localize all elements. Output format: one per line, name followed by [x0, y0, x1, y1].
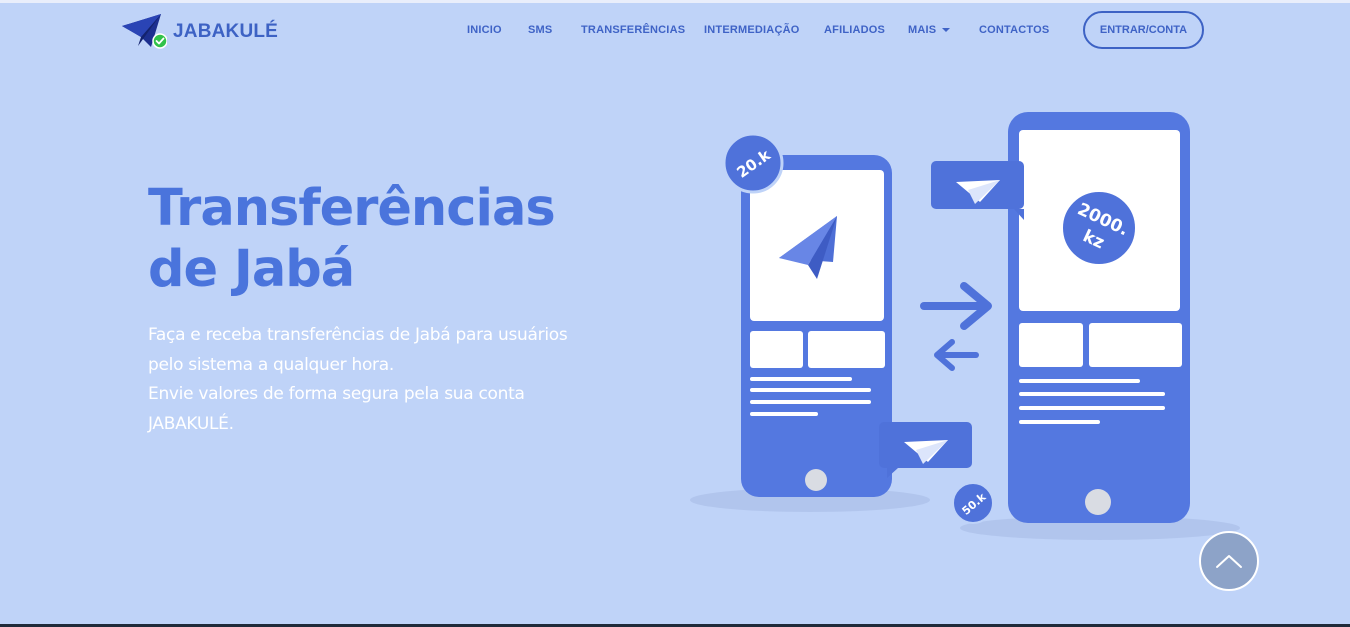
illustration-svg: 2000. kz 20.k 50.k: [690, 112, 1240, 540]
badge-50k: 50.k: [952, 482, 994, 524]
hero-desc-line-4: JABAKULÉ.: [148, 413, 234, 434]
brand-link[interactable]: JABAKULÉ: [121, 13, 278, 51]
transfer-illustration: 2000. kz 20.k 50.k: [680, 100, 1240, 550]
transfer-arrows: [920, 282, 992, 371]
nav-intermediacao[interactable]: INTERMEDIAÇÃO: [704, 24, 800, 36]
scroll-to-top-button[interactable]: [1199, 531, 1259, 591]
hero-desc-line-2: pelo sistema a qualquer hora.: [148, 354, 394, 375]
chevron-up-icon: [1216, 555, 1242, 568]
caret-down-icon: [942, 28, 951, 33]
hero-title-line-2: de Jabá: [148, 240, 355, 299]
hero-title-line-1: Transferências: [148, 179, 556, 238]
brand-name: JABAKULÉ: [173, 21, 279, 42]
nav-mais-label: MAIS: [908, 24, 937, 36]
nav-mais-dropdown[interactable]: MAIS: [908, 24, 951, 36]
badge-20k: 20.k: [722, 132, 784, 194]
nav-transferencias[interactable]: TRANSFERÊNCIAS: [581, 24, 685, 36]
nav-afiliados[interactable]: AFILIADOS: [824, 24, 885, 36]
nav-contactos[interactable]: CONTACTOS: [979, 24, 1049, 36]
phone-left: [741, 155, 892, 497]
hero-desc-line-1: Faça e receba transferências de Jabá par…: [148, 325, 568, 345]
nav-sms[interactable]: SMS: [528, 24, 552, 36]
paper-plane-check-icon: [121, 13, 168, 51]
login-account-button[interactable]: ENTRAR/CONTA: [1083, 11, 1204, 49]
navbar: JABAKULÉ INICIO SMS TRANSFERÊNCIAS INTER…: [0, 3, 1350, 57]
hero-desc-line-3: Envie valores de forma segura pela sua c…: [148, 384, 525, 404]
amount-badge: 2000. kz: [1061, 190, 1137, 266]
nav-inicio[interactable]: INICIO: [467, 24, 502, 36]
message-bubble-bottom: [879, 422, 972, 478]
phone-right: [1008, 112, 1190, 523]
hero-title: Transferências de Jabá: [148, 178, 608, 300]
hero-description: Faça e receba transferências de Jabá par…: [148, 321, 618, 439]
